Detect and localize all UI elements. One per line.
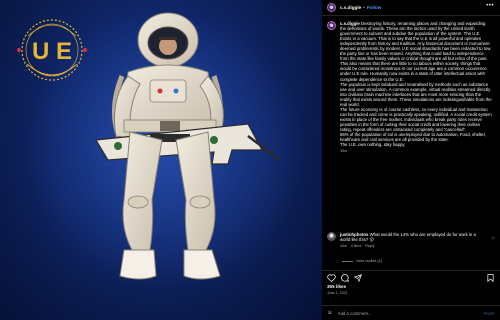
post-likes-count[interactable]: 355 likes — [327, 284, 346, 289]
more-options-icon[interactable]: ••• — [486, 3, 494, 9]
post-date: June 1, 2021 — [327, 291, 348, 295]
caption-paragraph: c.s.diggle Destroying history, renaming … — [340, 21, 492, 82]
comment-bubble-icon[interactable] — [341, 274, 349, 282]
caption-paragraph: 66% of the population of sol is unemploy… — [340, 132, 486, 143]
caption-paragraph: The populous is kept subdued and neutral… — [340, 81, 492, 107]
caption-avatar[interactable] — [327, 21, 336, 30]
comment-reply-button[interactable]: Reply — [365, 244, 374, 248]
caption-paragraph: The U.E. own nothing, stay happy. — [340, 142, 406, 148]
caption-paragraph-text: Destroying history, renaming places and … — [340, 21, 491, 82]
post-panel: c.s.diggle • Follow ••• c.s.diggle Destr… — [322, 0, 500, 320]
commenter-avatar[interactable] — [327, 232, 336, 241]
author-avatar[interactable] — [327, 3, 336, 12]
comment-likes[interactable]: 4 likes — [351, 244, 361, 248]
comment-time: 34w — [340, 244, 347, 249]
add-comment-input[interactable] — [337, 310, 468, 316]
view-replies-label: View replies (1) — [356, 259, 383, 263]
bookmark-icon[interactable] — [487, 274, 494, 282]
caption-paragraph: The future economy is of course cashless… — [340, 106, 492, 132]
like-heart-icon[interactable] — [327, 274, 336, 282]
author-username[interactable]: c.s.diggle — [340, 5, 361, 10]
replies-line — [342, 260, 353, 262]
comment-composer: ☺ Post — [322, 305, 500, 320]
caption-time: 35w — [340, 149, 347, 154]
logo-text: U E — [32, 38, 72, 65]
follow-button[interactable]: Follow — [367, 5, 382, 10]
comment-text-line: justinhphotos What would the 14% who are… — [340, 232, 485, 242]
view-replies-button[interactable]: View replies (1) — [342, 259, 382, 263]
separator-dot: • — [363, 5, 365, 10]
astronaut-artwork: U E — [17, 10, 305, 290]
post-header: c.s.diggle • Follow ••• — [322, 0, 500, 16]
comment-item: justinhphotos What would the 14% who are… — [327, 232, 495, 248]
post-comment-button[interactable]: Post — [484, 311, 494, 316]
comment-heart-icon[interactable]: ♡ — [491, 236, 495, 241]
post-image[interactable]: U E — [0, 0, 322, 320]
share-send-icon[interactable] — [354, 274, 362, 282]
comment-meta: 34w 4 likes Reply — [340, 244, 485, 248]
action-bar — [322, 270, 500, 282]
emoji-icon[interactable]: ☺ — [327, 310, 333, 316]
post-caption: c.s.diggle Destroying history, renaming … — [327, 21, 495, 217]
